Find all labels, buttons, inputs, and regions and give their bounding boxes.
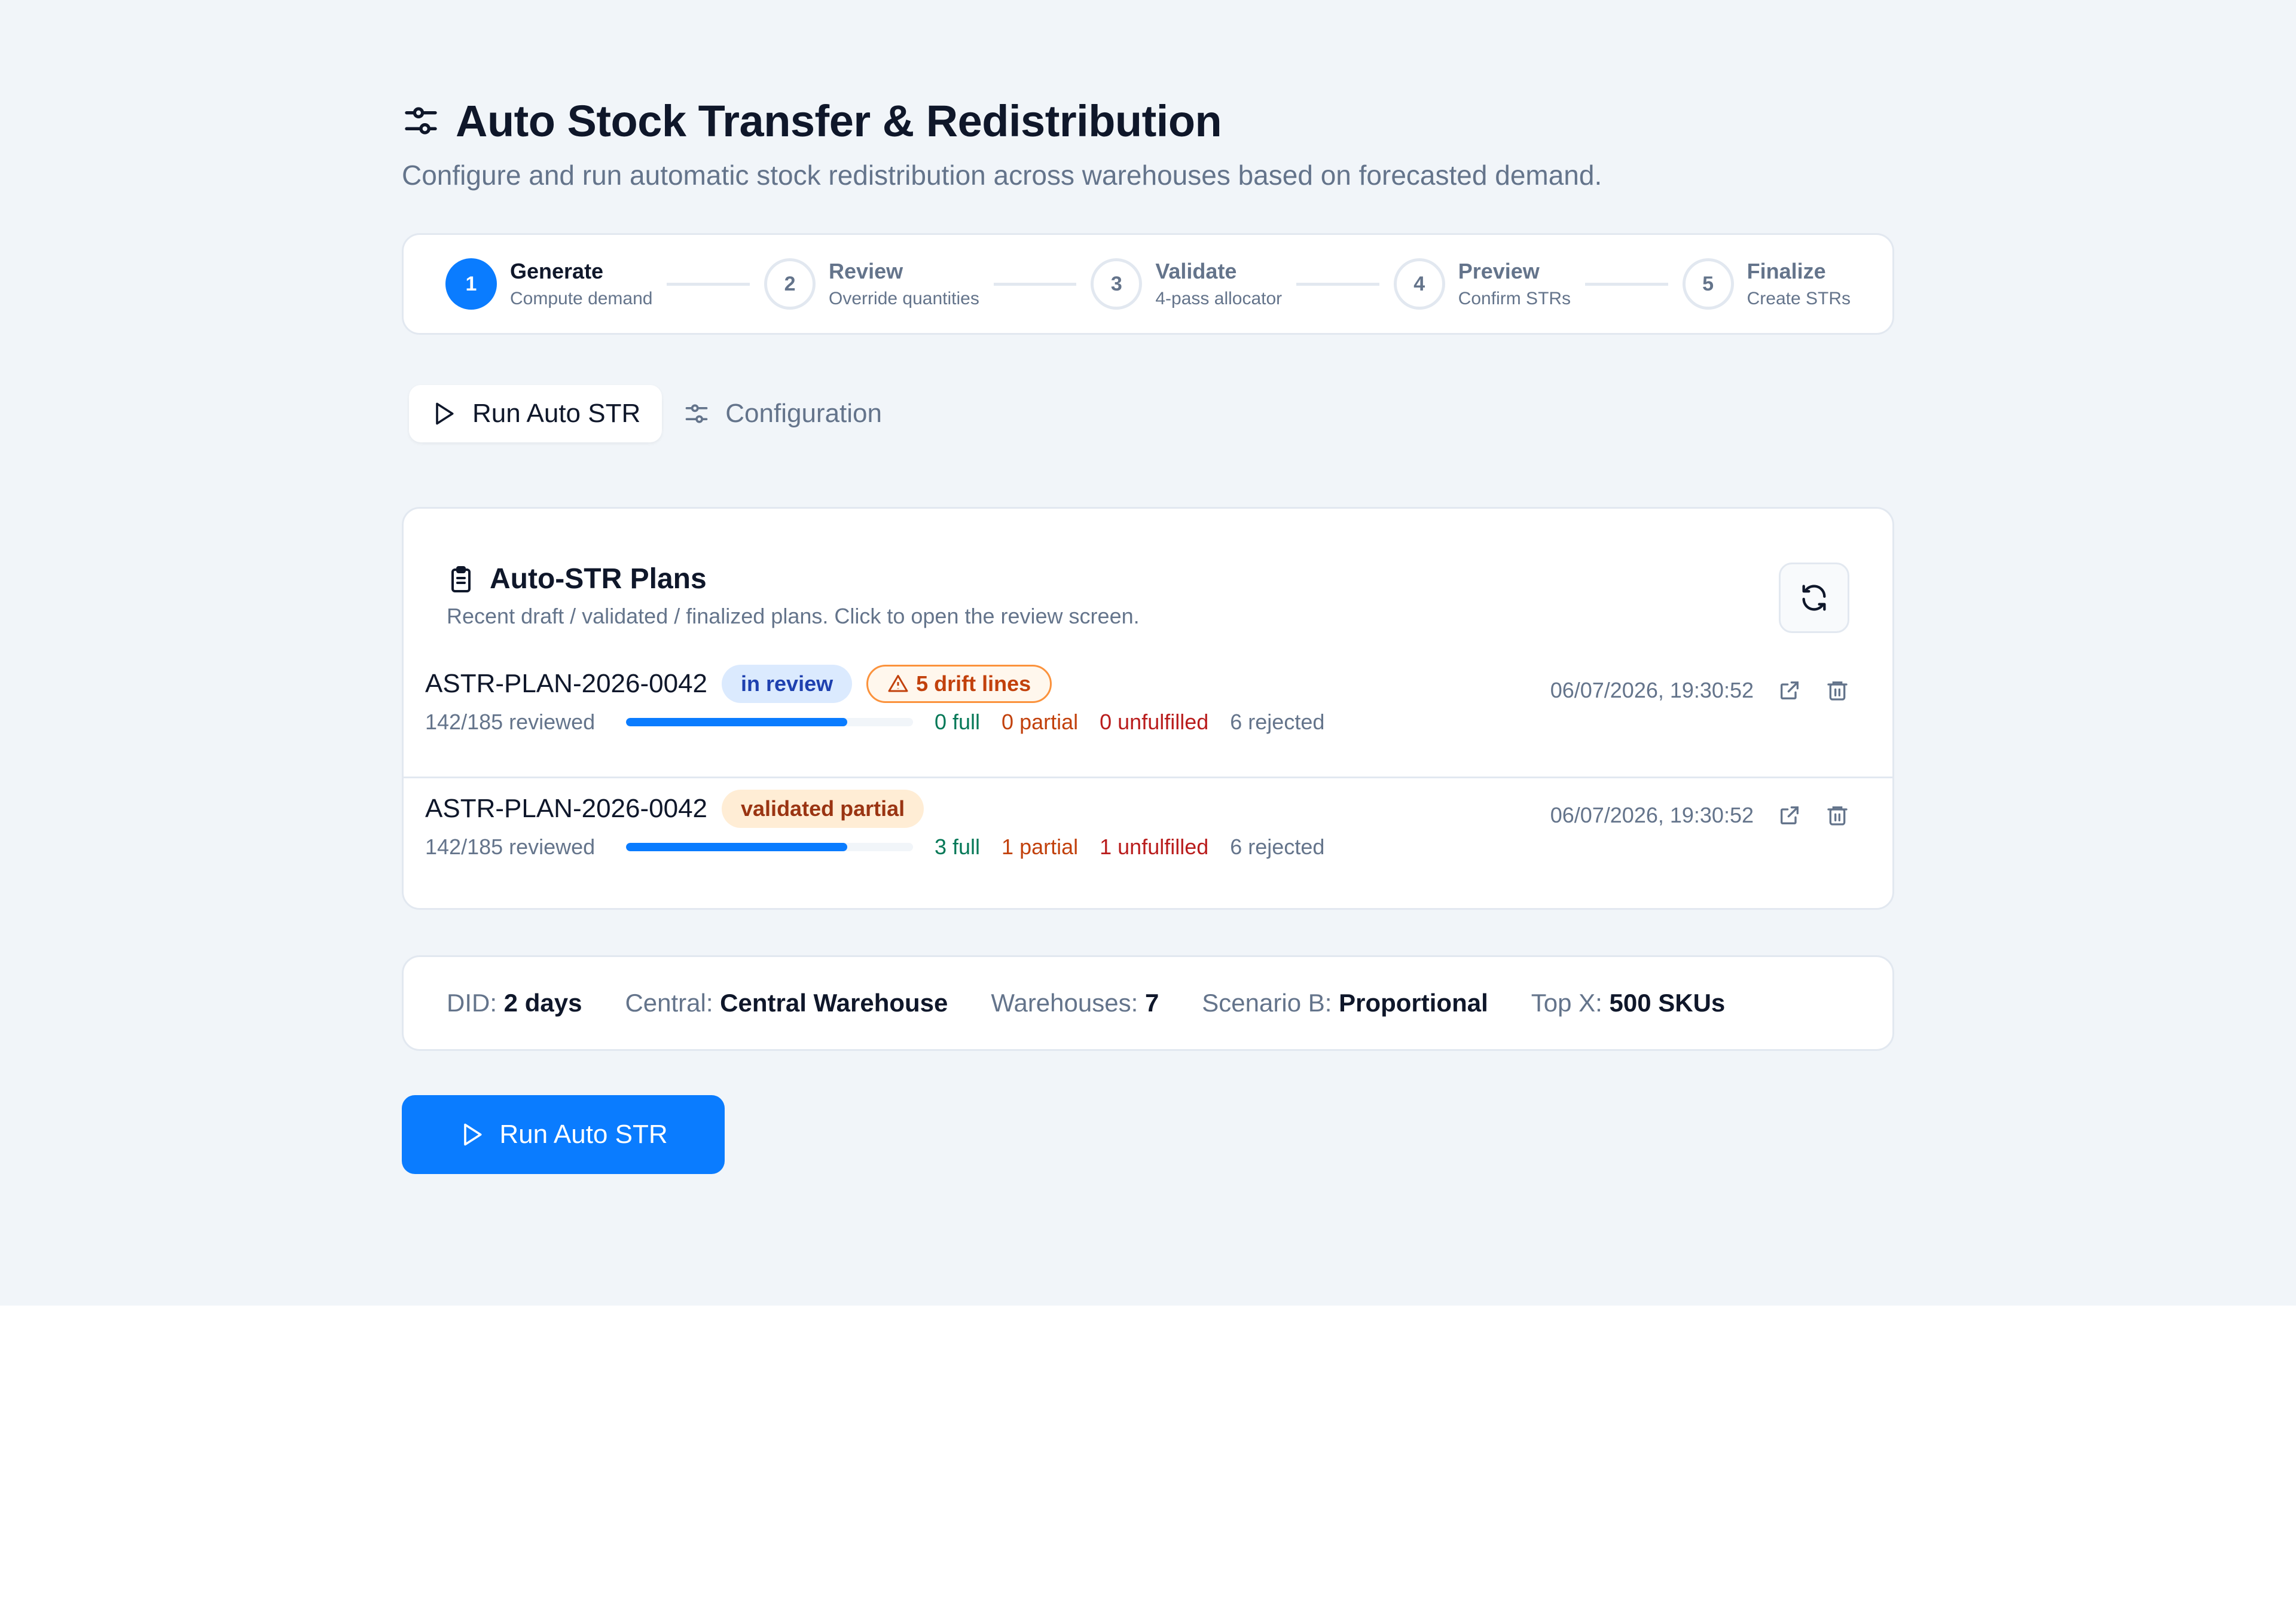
step-connector xyxy=(667,282,750,286)
full-count: 0 full xyxy=(935,710,981,734)
step-preview[interactable]: 4 Preview Confirm STRs xyxy=(1393,258,1571,310)
tab-bar: Run Auto STR Configuration xyxy=(409,385,1894,442)
play-icon xyxy=(436,402,454,425)
step-number: 1 xyxy=(445,258,497,310)
summary-warehouses: Warehouses: 7 xyxy=(991,989,1159,1017)
step-connector xyxy=(1585,282,1668,286)
clipboard-icon xyxy=(451,565,471,592)
step-generate[interactable]: 1 Generate Compute demand xyxy=(445,258,652,310)
rejected-count: 6 rejected xyxy=(1230,834,1325,859)
plan-id: ASTR-PLAN-2026-0042 xyxy=(425,669,708,698)
run-button-label: Run Auto STR xyxy=(499,1120,668,1149)
sliders-icon xyxy=(405,107,437,134)
review-progress-bar xyxy=(626,843,913,851)
workflow-stepper: 1 Generate Compute demand 2 Review Overr… xyxy=(402,233,1894,335)
step-number: 2 xyxy=(764,258,816,310)
step-label: Validate xyxy=(1155,259,1237,283)
tab-label: Configuration xyxy=(725,399,882,428)
reviewed-count: 142/185 reviewed xyxy=(425,710,596,734)
refresh-button[interactable] xyxy=(1779,563,1849,633)
step-description: Confirm STRs xyxy=(1458,289,1571,308)
progress-fill xyxy=(626,718,847,726)
summary-value: Proportional xyxy=(1339,989,1488,1017)
sliders-icon xyxy=(685,404,708,423)
external-link-icon[interactable] xyxy=(1778,803,1802,827)
main-container: Auto Stock Transfer & Redistribution Con… xyxy=(402,90,1894,1174)
step-number: 3 xyxy=(1091,258,1143,310)
summary-value: Central Warehouse xyxy=(720,989,948,1017)
progress-fill xyxy=(626,843,847,851)
step-finalize[interactable]: 5 Finalize Create STRs xyxy=(1682,258,1851,310)
summary-label: Top X: xyxy=(1531,989,1602,1017)
status-badge: validated partial xyxy=(722,790,924,828)
step-description: Compute demand xyxy=(510,289,653,308)
summary-label: DID: xyxy=(447,989,497,1017)
refresh-icon xyxy=(1802,585,1826,611)
status-badge: in review xyxy=(722,665,853,703)
step-connector xyxy=(1296,282,1379,286)
plans-card: Auto-STR Plans Recent draft / validated … xyxy=(402,507,1894,910)
run-auto-str-button[interactable]: Run Auto STR xyxy=(402,1095,725,1174)
summary-value: 2 days xyxy=(503,989,582,1017)
step-number: 4 xyxy=(1393,258,1445,310)
plan-row[interactable]: ASTR-PLAN-2026-0042 in review 5 drift li… xyxy=(404,653,1892,777)
step-validate[interactable]: 3 Validate 4-pass allocator xyxy=(1091,258,1282,310)
step-description: 4-pass allocator xyxy=(1155,289,1283,308)
reviewed-count: 142/185 reviewed xyxy=(425,834,596,859)
drift-badge: 5 drift lines xyxy=(866,665,1052,703)
summary-top-x: Top X: 500 SKUs xyxy=(1531,989,1726,1017)
step-review[interactable]: 2 Review Override quantities xyxy=(764,258,979,310)
partial-count: 1 partial xyxy=(1002,834,1079,859)
plans-header: Auto-STR Plans Recent draft / validated … xyxy=(404,509,1892,670)
trash-icon[interactable] xyxy=(1825,678,1849,702)
tab-run-auto-str[interactable]: Run Auto STR xyxy=(409,385,662,442)
page-subtitle: Configure and run automatic stock redist… xyxy=(402,160,1602,191)
play-icon xyxy=(464,1123,482,1146)
drift-label: 5 drift lines xyxy=(916,671,1031,696)
summary-did: DID: 2 days xyxy=(447,989,582,1017)
step-label: Finalize xyxy=(1747,259,1826,283)
unfulfilled-count: 0 unfulfilled xyxy=(1100,710,1209,734)
tab-label: Run Auto STR xyxy=(472,399,641,428)
step-label: Review xyxy=(829,259,903,283)
rejected-count: 6 rejected xyxy=(1230,710,1325,734)
page-header: Auto Stock Transfer & Redistribution xyxy=(402,90,1894,152)
summary-label: Scenario B: xyxy=(1202,989,1332,1017)
summary-value: 7 xyxy=(1144,989,1159,1017)
full-count: 3 full xyxy=(935,834,981,859)
warning-icon xyxy=(888,675,908,692)
step-number: 5 xyxy=(1682,258,1734,310)
summary-central: Central: Central Warehouse xyxy=(625,989,948,1017)
step-description: Override quantities xyxy=(829,289,979,308)
step-connector xyxy=(993,282,1077,286)
summary-scenario: Scenario B: Proportional xyxy=(1202,989,1488,1017)
summary-value: 500 SKUs xyxy=(1609,989,1726,1017)
plan-timestamp: 06/07/2026, 19:30:52 xyxy=(1550,803,1754,827)
plans-subtitle: Recent draft / validated / finalized pla… xyxy=(447,604,1140,628)
partial-count: 0 partial xyxy=(1002,710,1079,734)
plan-row[interactable]: ASTR-PLAN-2026-0042 validated partial 06… xyxy=(404,777,1892,902)
plan-id: ASTR-PLAN-2026-0042 xyxy=(425,794,708,823)
summary-label: Central: xyxy=(625,989,713,1017)
step-label: Generate xyxy=(510,259,604,283)
plan-timestamp: 06/07/2026, 19:30:52 xyxy=(1550,678,1754,702)
unfulfilled-count: 1 unfulfilled xyxy=(1100,834,1209,859)
summary-label: Warehouses: xyxy=(991,989,1138,1017)
config-summary: DID: 2 days Central: Central Warehouse W… xyxy=(402,955,1894,1051)
external-link-icon[interactable] xyxy=(1778,678,1802,702)
tab-configuration[interactable]: Configuration xyxy=(662,385,903,442)
page-title: Auto Stock Transfer & Redistribution xyxy=(456,96,1222,146)
step-description: Create STRs xyxy=(1747,289,1851,308)
plans-title: Auto-STR Plans xyxy=(490,563,707,595)
step-label: Preview xyxy=(1458,259,1540,283)
trash-icon[interactable] xyxy=(1825,803,1849,827)
review-progress-bar xyxy=(626,718,913,726)
